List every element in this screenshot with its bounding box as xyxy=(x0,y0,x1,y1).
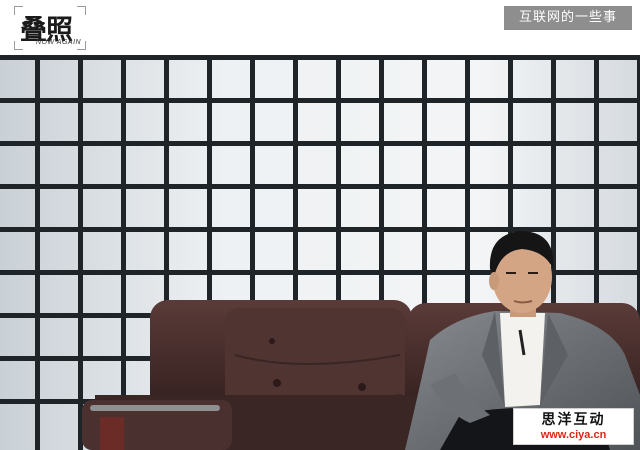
grid-bar xyxy=(0,227,640,232)
watermark-title: 思洋互动 xyxy=(541,412,606,428)
grid-bar xyxy=(35,55,40,450)
grid-bar xyxy=(0,55,640,60)
logo-bracket xyxy=(77,6,86,15)
grid-bar xyxy=(78,55,83,450)
header: 叠照 NOW AGAIN 互联网的一些事 xyxy=(0,0,640,55)
watermark: 思洋互动 www.ciya.cn xyxy=(513,408,634,445)
logo-subtitle: NOW AGAIN xyxy=(36,39,82,46)
watermark-url: www.ciya.cn xyxy=(540,429,607,441)
photo xyxy=(0,55,640,450)
photo-canvas xyxy=(0,55,640,450)
grid-bar xyxy=(121,55,126,450)
grid-bar xyxy=(0,141,640,146)
logo: 叠照 NOW AGAIN xyxy=(14,6,86,50)
grid-bar xyxy=(0,184,640,189)
grid-bar xyxy=(0,98,640,103)
series-tag: 互联网的一些事 xyxy=(504,6,632,30)
